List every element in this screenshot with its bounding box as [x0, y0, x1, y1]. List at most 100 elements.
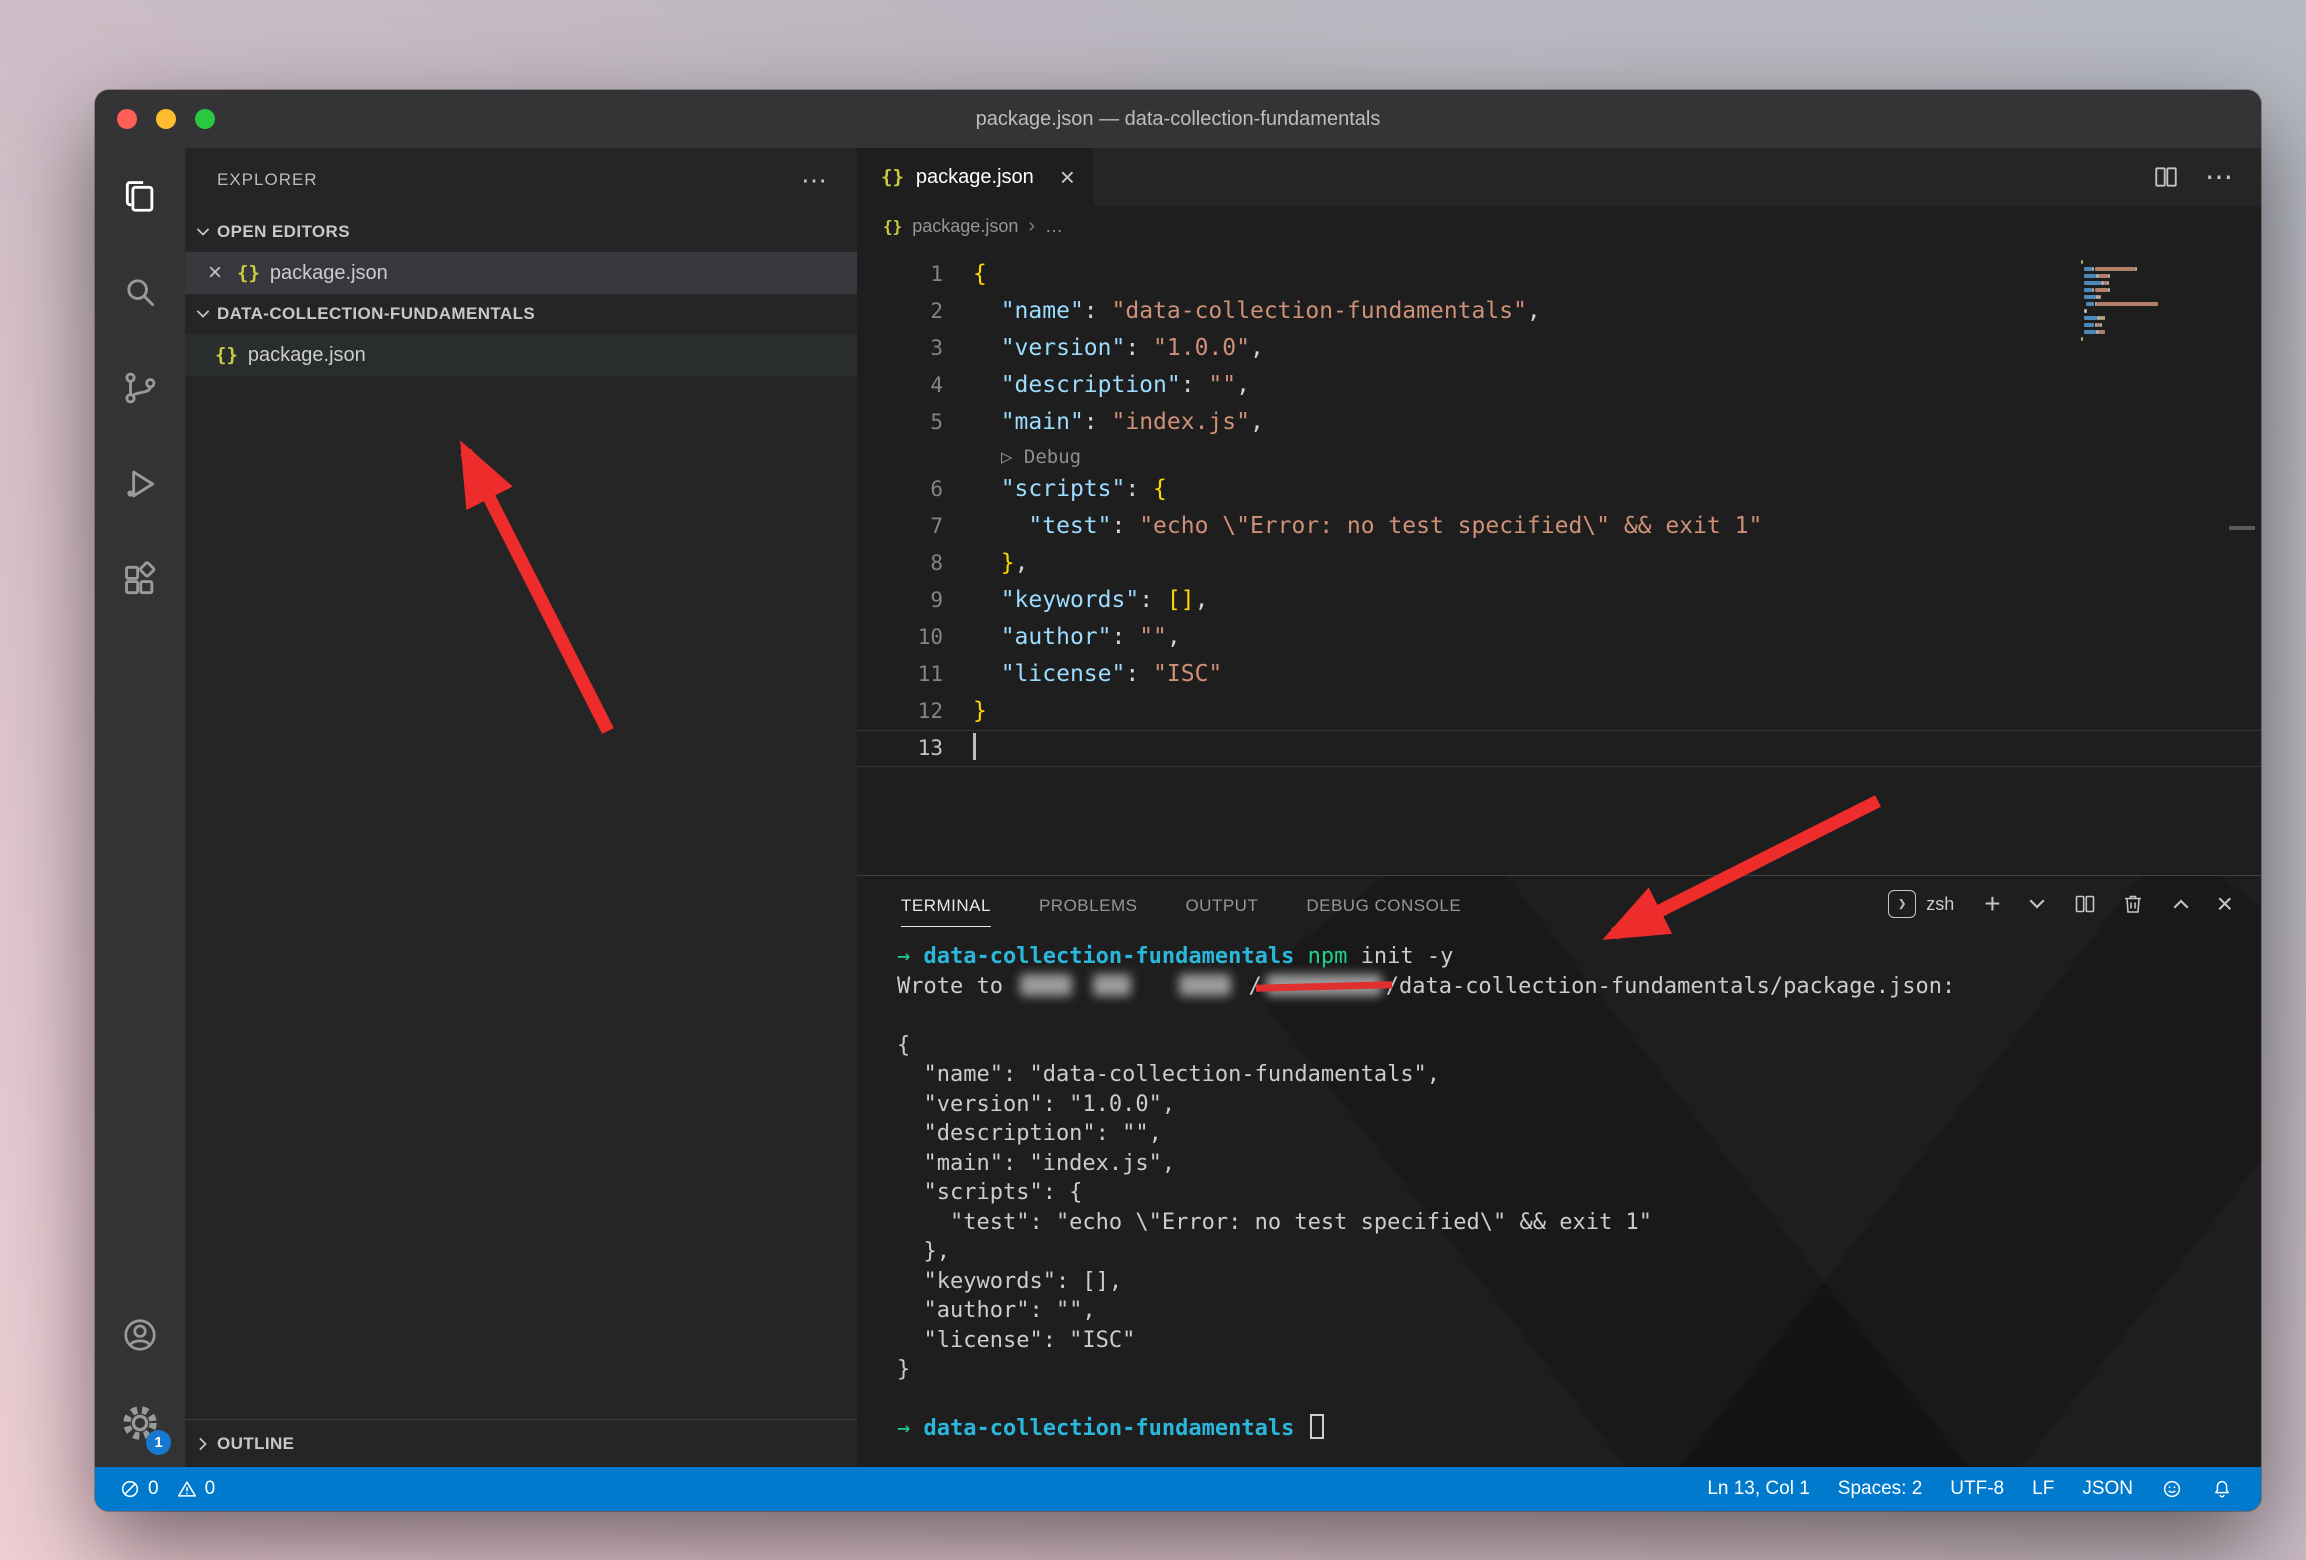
breadcrumb-more[interactable]: …	[1045, 216, 1063, 237]
code-line[interactable]: 4 "description": "",	[857, 367, 2261, 404]
sidebar-more-actions-icon[interactable]: ⋯	[801, 175, 827, 185]
split-terminal-icon[interactable]	[2073, 892, 2097, 916]
json-file-icon: {}	[215, 344, 238, 366]
feedback-icon[interactable]	[2161, 1478, 2183, 1500]
breadcrumb[interactable]: {} package.json › …	[857, 206, 2261, 246]
code-line[interactable]: 7 "test": "echo \"Error: no test specifi…	[857, 508, 2261, 545]
tab-terminal[interactable]: TERMINAL	[901, 882, 991, 927]
line-number: 11	[857, 656, 943, 693]
open-editor-item-package-json[interactable]: × {} package.json	[185, 252, 857, 294]
line-number: 3	[857, 330, 943, 367]
code-line[interactable]: 9 "keywords": [],	[857, 582, 2261, 619]
indentation-status[interactable]: Spaces: 2	[1838, 1478, 1923, 1500]
terminal-dropdown-chevron-icon[interactable]	[2025, 892, 2049, 916]
tab-problems[interactable]: PROBLEMS	[1039, 882, 1137, 927]
code-line[interactable]: 13	[857, 730, 2261, 767]
tab-package-json[interactable]: {} package.json ×	[857, 148, 1093, 206]
editor-code-area[interactable]: 1{2 "name": "data-collection-fundamental…	[857, 246, 2261, 875]
json-file-icon: {}	[881, 166, 904, 188]
terminal-shell-selector[interactable]: ❯ zsh	[1888, 890, 1954, 918]
warning-count: 0	[205, 1478, 216, 1500]
split-editor-icon[interactable]	[2153, 164, 2179, 190]
terminal-line	[897, 1385, 2261, 1415]
code-line[interactable]: 2 "name": "data-collection-fundamentals"…	[857, 293, 2261, 330]
code-line[interactable]: 3 "version": "1.0.0",	[857, 330, 2261, 367]
terminal-line: },	[897, 1237, 2261, 1267]
tab-label: package.json	[916, 166, 1034, 189]
kill-terminal-trash-icon[interactable]	[2121, 892, 2145, 916]
sidebar-empty-space	[185, 376, 857, 1419]
editor-group: {} package.json × ⋯ {} package.json ›	[857, 148, 2261, 1467]
terminal-line	[897, 1001, 2261, 1031]
code-line[interactable]: 5 "main": "index.js",	[857, 404, 2261, 441]
settings-gear-icon[interactable]: 1	[95, 1379, 185, 1467]
desktop-background: package.json — data-collection-fundament…	[0, 0, 2306, 1560]
activity-run-debug-icon[interactable]	[95, 436, 185, 532]
cursor-position-status[interactable]: Ln 13, Col 1	[1707, 1478, 1809, 1500]
settings-badge: 1	[146, 1430, 171, 1455]
json-file-icon: {}	[883, 217, 902, 236]
line-number: 10	[857, 619, 943, 656]
editor-more-actions-icon[interactable]: ⋯	[2205, 172, 2233, 182]
error-count: 0	[148, 1478, 159, 1500]
editor-cursor	[973, 733, 976, 760]
sidebar-header: EXPLORER ⋯	[185, 148, 857, 212]
maximize-panel-chevron-up-icon[interactable]	[2169, 892, 2193, 916]
notifications-bell-icon[interactable]	[2211, 1478, 2233, 1500]
chevron-right-icon: ›	[1028, 215, 1035, 238]
code-line[interactable]: 6 "scripts": {	[857, 471, 2261, 508]
sidebar-title: EXPLORER	[217, 170, 318, 190]
code-line[interactable]: 10 "author": "",	[857, 619, 2261, 656]
terminal-line: "version": "1.0.0",	[897, 1090, 2261, 1120]
new-terminal-icon[interactable]: +	[1984, 899, 2000, 909]
breadcrumb-file[interactable]: package.json	[912, 216, 1018, 237]
folder-section-header[interactable]: DATA-COLLECTION-FUNDAMENTALS	[185, 294, 857, 334]
terminal-cursor	[1310, 1414, 1324, 1439]
encoding-status[interactable]: UTF-8	[1950, 1478, 2004, 1500]
problems-status[interactable]: 0 0	[119, 1478, 215, 1500]
codelens-debug-action[interactable]: ▷ Debug	[1001, 446, 1081, 468]
language-mode-status[interactable]: JSON	[2082, 1478, 2133, 1500]
activity-search-icon[interactable]	[95, 244, 185, 340]
close-tab-icon[interactable]: ×	[1060, 162, 1075, 193]
codelens-row: ▷ Debug	[857, 441, 2261, 471]
redacted-text	[1179, 974, 1231, 996]
eol-status[interactable]: LF	[2032, 1478, 2054, 1500]
folder-name-label: DATA-COLLECTION-FUNDAMENTALS	[217, 304, 535, 324]
activity-source-control-icon[interactable]	[95, 340, 185, 436]
open-editors-section-header[interactable]: OPEN EDITORS	[185, 212, 857, 252]
terminal-line: → data-collection-fundamentals	[897, 1414, 2261, 1444]
line-number: 12	[857, 693, 943, 730]
terminal-shell-label: zsh	[1926, 894, 1954, 915]
line-number: 4	[857, 367, 943, 404]
account-icon[interactable]	[95, 1291, 185, 1379]
title-bar: package.json — data-collection-fundament…	[95, 90, 2261, 148]
activity-explorer-icon[interactable]	[95, 148, 185, 244]
minimap[interactable]	[2081, 260, 2213, 351]
tab-output[interactable]: OUTPUT	[1185, 882, 1258, 927]
panel-actions: ❯ zsh +	[1888, 890, 2233, 918]
terminal-line: }	[897, 1355, 2261, 1385]
terminal-content[interactable]: → data-collection-fundamentals npm init …	[857, 932, 2261, 1444]
terminal-line: {	[897, 1031, 2261, 1061]
outline-section-header[interactable]: OUTLINE	[185, 1419, 857, 1467]
warning-icon	[176, 1478, 198, 1500]
close-panel-icon[interactable]: ×	[2217, 899, 2233, 909]
code-line[interactable]: 11 "license": "ISC"	[857, 656, 2261, 693]
code-line[interactable]: 8 },	[857, 545, 2261, 582]
activity-extensions-icon[interactable]	[95, 532, 185, 628]
close-editor-icon[interactable]: ×	[203, 259, 227, 287]
explorer-sidebar: EXPLORER ⋯ OPEN EDITORS × {} package.jso…	[185, 148, 857, 1467]
tab-debug-console[interactable]: DEBUG CONSOLE	[1306, 882, 1461, 927]
chevron-down-icon	[193, 222, 213, 242]
terminal-icon: ❯	[1888, 890, 1916, 918]
code-line[interactable]: 12}	[857, 693, 2261, 730]
line-number: 6	[857, 471, 943, 508]
line-number: 8	[857, 545, 943, 582]
line-number: 13	[857, 730, 943, 767]
file-item-package-json[interactable]: {} package.json	[185, 334, 857, 376]
vscode-window: package.json — data-collection-fundament…	[95, 90, 2261, 1511]
terminal-line: "keywords": [],	[897, 1267, 2261, 1297]
code-line[interactable]: 1{	[857, 256, 2261, 293]
scrollbar-mark	[2229, 526, 2255, 530]
